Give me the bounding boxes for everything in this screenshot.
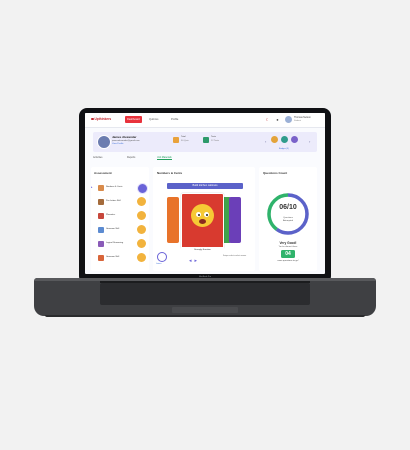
play-button[interactable] <box>137 211 146 220</box>
answer-card-purple[interactable] <box>229 197 241 243</box>
stat-total-value: 50 Quiz <box>181 140 189 142</box>
badges-label: Badges (3) <box>279 147 289 150</box>
quiz-title: Numbers & Cents <box>157 171 183 175</box>
profile-email: jamesalexander@gmail.com <box>112 139 140 142</box>
remaining-label: more questions to go! <box>277 260 299 262</box>
assessment-thumb <box>98 254 104 261</box>
tab-quizzes[interactable]: Quizzes <box>147 116 160 123</box>
stat-total-label: Total <box>181 136 186 138</box>
assessment-title: Assessment <box>94 171 112 175</box>
assessment-item-label: Pre-Letters Skill <box>106 200 121 202</box>
assessment-item-label: Phonetics <box>106 214 116 216</box>
assessment-item-label: Numbers & Cents <box>106 186 123 188</box>
assessment-item[interactable]: Logical Reasoning <box>95 239 146 248</box>
questions-count-value: 06/10 <box>279 204 297 211</box>
profile-avatar <box>97 135 111 149</box>
assessment-item[interactable]: Grammar Skill <box>95 253 146 262</box>
speaker-icon[interactable] <box>157 252 167 262</box>
profile-name: James Alexander <box>112 135 137 139</box>
card-caption-strip: Strongly Emotion <box>181 247 224 253</box>
chevron-left-icon[interactable]: ‹ <box>265 139 266 144</box>
card-name: Strongly Emotion <box>194 248 211 251</box>
assessment-thumb <box>98 240 104 247</box>
assessment-thumb <box>98 226 104 233</box>
app-logo[interactable]: Upthinkers <box>91 117 111 121</box>
test-icon <box>203 137 209 143</box>
tab-profile[interactable]: Profile <box>169 116 180 123</box>
play-button[interactable] <box>137 225 146 234</box>
questions-attempted-label: Questions Attempted <box>283 217 293 222</box>
sub-tabs: Activities Reports Unit Materials <box>93 156 317 163</box>
logo-text: Upthinkers <box>94 117 112 121</box>
assessment-thumb <box>98 198 104 205</box>
assessment-item[interactable]: ▸ Numbers & Cents <box>91 183 148 194</box>
answer-card-main[interactable] <box>181 193 224 249</box>
laptop-mockup: Upthinkers Dashboard Quizzes Profile ☾ ●… <box>0 0 410 450</box>
stat-tests-value: 12 Tests <box>211 140 220 142</box>
assessment-thumb <box>98 212 104 219</box>
emoji-face-icon <box>191 204 214 227</box>
top-navbar: Upthinkers Dashboard Quizzes Profile ☾ ●… <box>85 113 325 128</box>
question-banner: Build kitchen cabinets <box>167 183 243 189</box>
mouth-icon <box>199 219 206 224</box>
card-nav-arrows[interactable]: ◂▸ <box>189 258 200 264</box>
play-button[interactable] <box>137 239 146 248</box>
assessment-item[interactable]: Grammar Skill <box>95 225 146 234</box>
keyboard <box>100 283 310 305</box>
eye-icon <box>204 212 209 217</box>
assessment-item-label: Grammar Skill <box>106 256 120 258</box>
answer-card-left[interactable] <box>167 197 179 243</box>
user-name: Thomas Nelson <box>294 116 311 119</box>
play-button[interactable] <box>137 197 146 206</box>
tab-dashboard[interactable]: Dashboard <box>125 116 142 123</box>
tab-reports[interactable]: Reports <box>127 156 135 159</box>
profile-card: James Alexander jamesalexander@gmail.com… <box>93 132 317 152</box>
progress-gauge <box>267 193 309 235</box>
laptop-foot <box>45 315 365 317</box>
assessment-item[interactable]: Pre-Letters Skill <box>95 197 146 206</box>
trackpad <box>172 307 238 313</box>
assessment-thumb <box>98 184 104 191</box>
bell-icon[interactable]: ● <box>275 117 280 122</box>
tab-activities[interactable]: Activities <box>93 156 102 159</box>
listen-label: Listen <box>156 263 162 265</box>
medal-gold-icon <box>271 136 278 144</box>
chevron-right-icon[interactable]: › <box>309 139 310 144</box>
praise-text: Very Good! <box>279 241 297 245</box>
stat-tests-label: Tests <box>211 136 217 138</box>
praise-subtext: You're almost there <box>278 245 298 248</box>
assessment-item-label: Grammar Skill <box>106 228 120 230</box>
assessment-item-label: Logical Reasoning <box>106 242 124 244</box>
assessment-item[interactable]: Phonetics <box>95 211 146 220</box>
swipe-hint: Swipe cards to select answer <box>223 255 247 257</box>
medal-purple-icon <box>291 136 298 144</box>
user-avatar[interactable] <box>285 116 292 123</box>
play-button[interactable] <box>137 253 146 262</box>
quiz-icon <box>173 137 179 143</box>
moon-icon[interactable]: ☾ <box>265 117 270 122</box>
logo-mark-icon <box>91 117 94 121</box>
user-role: Student <box>294 120 301 122</box>
view-profile-link[interactable]: View Profile <box>112 143 124 145</box>
play-button[interactable] <box>137 183 148 194</box>
medal-teal-icon <box>281 136 288 144</box>
assessment-panel: Assessment ▸ Numbers & Cents Pre-Letters… <box>91 167 149 271</box>
questions-title: Questions Count <box>263 171 288 175</box>
tab-unit-materials[interactable]: Unit Materials <box>157 156 172 160</box>
pointer-icon: ▸ <box>91 185 93 189</box>
remaining-count-badge: 04 <box>281 250 295 258</box>
app-screen: Upthinkers Dashboard Quizzes Profile ☾ ●… <box>85 113 325 274</box>
eye-icon <box>196 212 201 217</box>
